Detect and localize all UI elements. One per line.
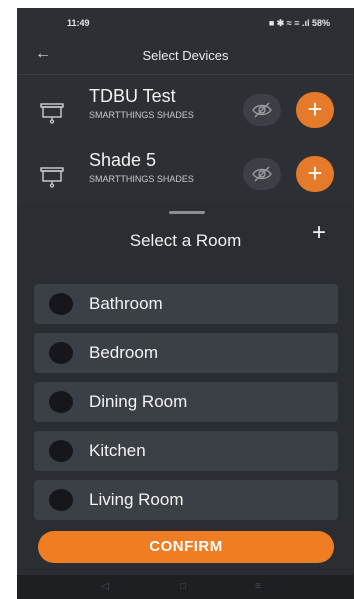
device-type: SMARTTHINGS SHADES	[89, 174, 194, 184]
nav-back-icon[interactable]: ◁	[101, 581, 109, 592]
room-label: Dining Room	[89, 392, 188, 411]
room-label: Bedroom	[89, 343, 158, 362]
phone-screen: 11:49 ■ ✱ ≈ ≡ .ıl 58% ← Select Devices T…	[17, 8, 354, 599]
room-option-bathroom[interactable]: Bathroom	[34, 284, 338, 324]
status-time: 11:49	[67, 18, 90, 28]
radio-button[interactable]	[49, 391, 73, 413]
room-option-kitchen[interactable]: Kitchen	[34, 431, 338, 471]
shade-icon	[40, 167, 64, 188]
confirm-button[interactable]: CONFIRM	[38, 531, 334, 563]
room-label: Bathroom	[89, 294, 163, 313]
room-option-dining-room[interactable]: Dining Room	[34, 382, 338, 422]
eye-off-icon	[252, 166, 272, 182]
nav-home-icon[interactable]: □	[180, 581, 186, 592]
plus-icon: +	[311, 219, 326, 246]
radio-button[interactable]	[49, 489, 73, 511]
device-row: Shade 5 SMARTTHINGS SHADES +	[17, 146, 354, 210]
room-option-bedroom[interactable]: Bedroom	[34, 333, 338, 373]
page-title: Select Devices	[142, 48, 229, 63]
add-room-button[interactable]: +	[307, 221, 331, 245]
radio-button[interactable]	[49, 440, 73, 462]
sheet-title: Select a Room	[129, 231, 242, 250]
device-name: TDBU Test	[89, 86, 176, 106]
room-label: Living Room	[89, 490, 184, 509]
nav-recents-icon[interactable]: ≡	[255, 581, 261, 592]
app-header: ← Select Devices	[17, 36, 354, 75]
select-room-sheet: Select a Room + Bathroom Bedroom Dining …	[17, 203, 354, 599]
system-nav-bar: ◁ □ ≡	[17, 575, 354, 599]
status-indicators: ■ ✱ ≈ ≡ .ıl 58%	[268, 18, 330, 28]
room-option-living-room[interactable]: Living Room	[34, 480, 338, 520]
add-device-button[interactable]: +	[296, 92, 334, 128]
radio-button[interactable]	[49, 342, 73, 364]
device-type: SMARTTHINGS SHADES	[89, 110, 194, 120]
status-bar: 11:49 ■ ✱ ≈ ≡ .ıl 58%	[17, 8, 354, 36]
device-row: TDBU Test SMARTTHINGS SHADES +	[17, 82, 354, 146]
shade-icon	[40, 103, 64, 124]
device-name: Shade 5	[89, 150, 157, 170]
room-list: Bathroom Bedroom Dining Room Kitchen Liv…	[34, 284, 338, 529]
sheet-drag-handle[interactable]	[169, 211, 205, 214]
room-label: Kitchen	[89, 441, 146, 460]
hide-device-button[interactable]	[243, 94, 281, 126]
eye-off-icon	[252, 102, 272, 118]
radio-button[interactable]	[49, 293, 73, 315]
add-device-button[interactable]: +	[296, 156, 334, 192]
hide-device-button[interactable]	[243, 158, 281, 190]
